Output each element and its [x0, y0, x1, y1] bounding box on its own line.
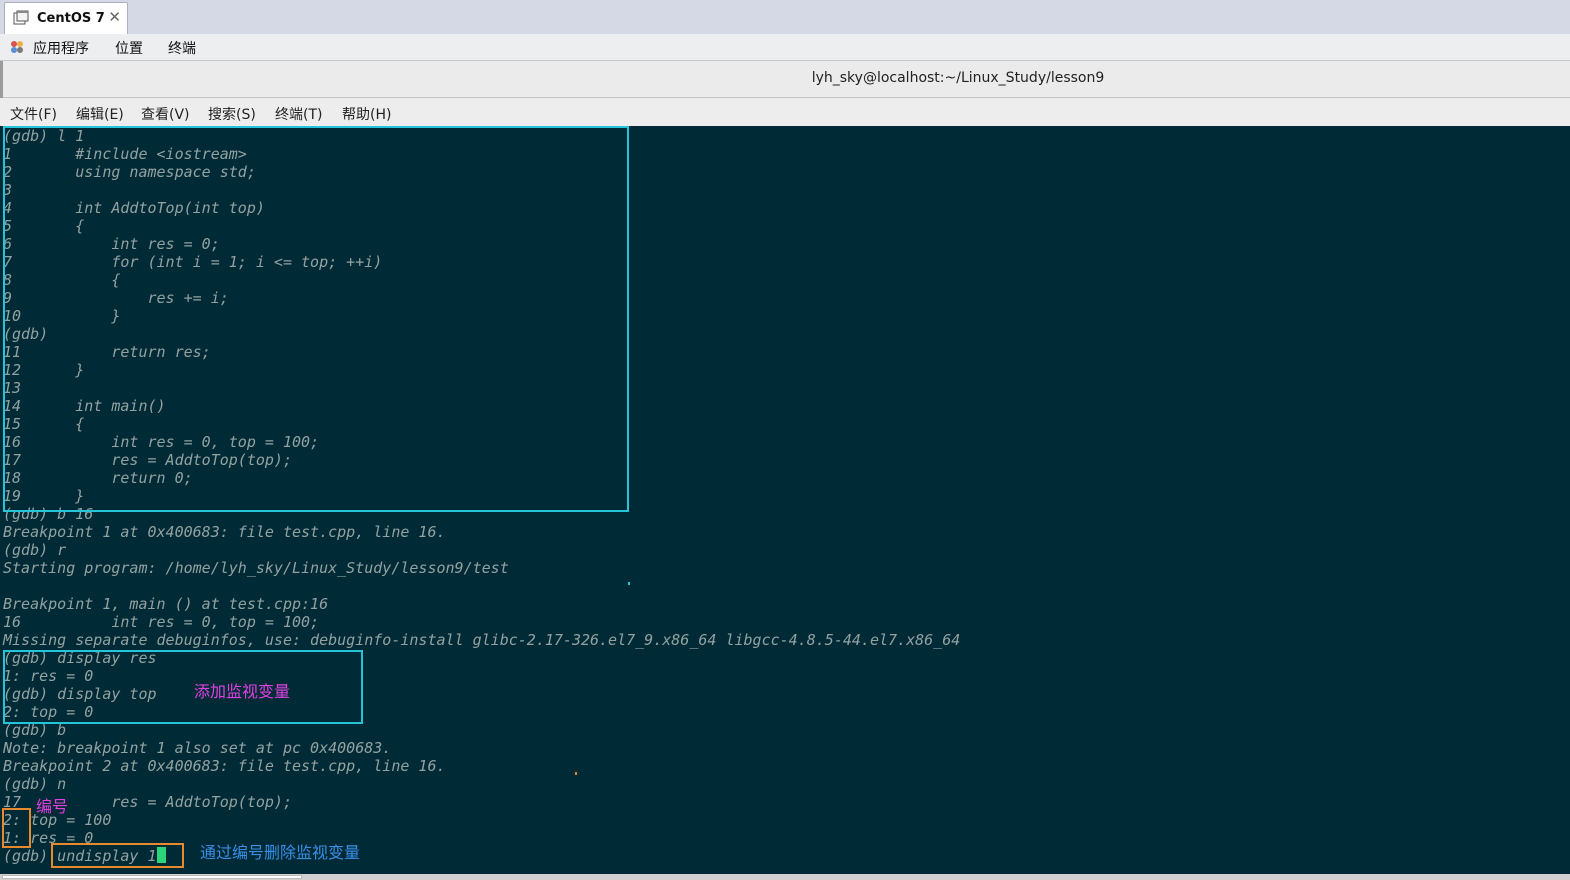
menu-view[interactable]: 查看(V) — [141, 104, 190, 124]
menu-help[interactable]: 帮助(H) — [342, 104, 391, 124]
gnome-topbar: 应用程序 位置 终端 — [0, 34, 1570, 61]
menu-search[interactable]: 搜索(S) — [208, 104, 256, 124]
menu-file[interactable]: 文件(F) — [10, 104, 57, 124]
terminal-line: Breakpoint 1 at 0x400683: file test.cpp,… — [3, 523, 446, 541]
vm-window-icon — [13, 10, 29, 25]
vm-tab-centos[interactable]: CentOS 7 ✕ — [4, 2, 128, 34]
terminal-menubar: 文件(F) 编辑(E) 查看(V) 搜索(S) 终端(T) 帮助(H) — [0, 98, 1570, 126]
terminal-line: Breakpoint 1, main () at test.cpp:16 — [3, 595, 329, 613]
undisplay-command-highlight — [51, 843, 184, 868]
stray-mark — [575, 772, 577, 775]
terminal-line: Breakpoint 2 at 0x400683: file test.cpp,… — [3, 757, 446, 775]
terminal-line: (gdb) n — [3, 775, 67, 793]
terminal-titlebar: lyh_sky@localhost:~/Linux_Study/lesson9 — [0, 61, 1570, 98]
menu-terminal[interactable]: 终端(T) — [275, 104, 322, 124]
topbar-places[interactable]: 位置 — [115, 38, 143, 58]
window-title: lyh_sky@localhost:~/Linux_Study/lesson9 — [811, 70, 1105, 86]
topbar-terminal[interactable]: 终端 — [168, 38, 196, 58]
terminal-output[interactable]: (gdb) undisplay 1 1: res = 0 2: top = 100 1… — [0, 126, 1570, 880]
terminal-line: 16 int res = 0, top = 100; — [3, 613, 320, 631]
source-listing-highlight — [3, 126, 629, 512]
terminal-line: Note: breakpoint 1 also set at pc 0x4006… — [3, 739, 392, 757]
display-number-highlight — [2, 808, 31, 848]
add-watch-note: 添加监视变量 — [194, 682, 291, 701]
delete-by-number-note: 通过编号删除监视变量 — [200, 843, 361, 862]
close-icon[interactable]: ✕ — [108, 8, 121, 26]
stray-mark — [628, 582, 630, 585]
terminal-line: (gdb) r — [3, 541, 67, 559]
menu-edit[interactable]: 编辑(E) — [76, 104, 124, 124]
vm-tab-strip: CentOS 7 ✕ — [0, 0, 1570, 34]
horizontal-scrollbar[interactable] — [0, 874, 1570, 880]
topbar-applications[interactable]: 应用程序 — [33, 38, 89, 58]
vm-tab-title: CentOS 7 — [37, 11, 105, 26]
apps-menu-icon — [11, 41, 23, 53]
scrollbar-thumb[interactable] — [2, 875, 302, 879]
terminal-line: Missing separate debuginfos, use: debugi… — [3, 631, 961, 649]
terminal-line: Starting program: /home/lyh_sky/Linux_St… — [3, 559, 509, 577]
display-commands-highlight — [3, 650, 363, 724]
number-note: 编号 — [36, 797, 69, 816]
